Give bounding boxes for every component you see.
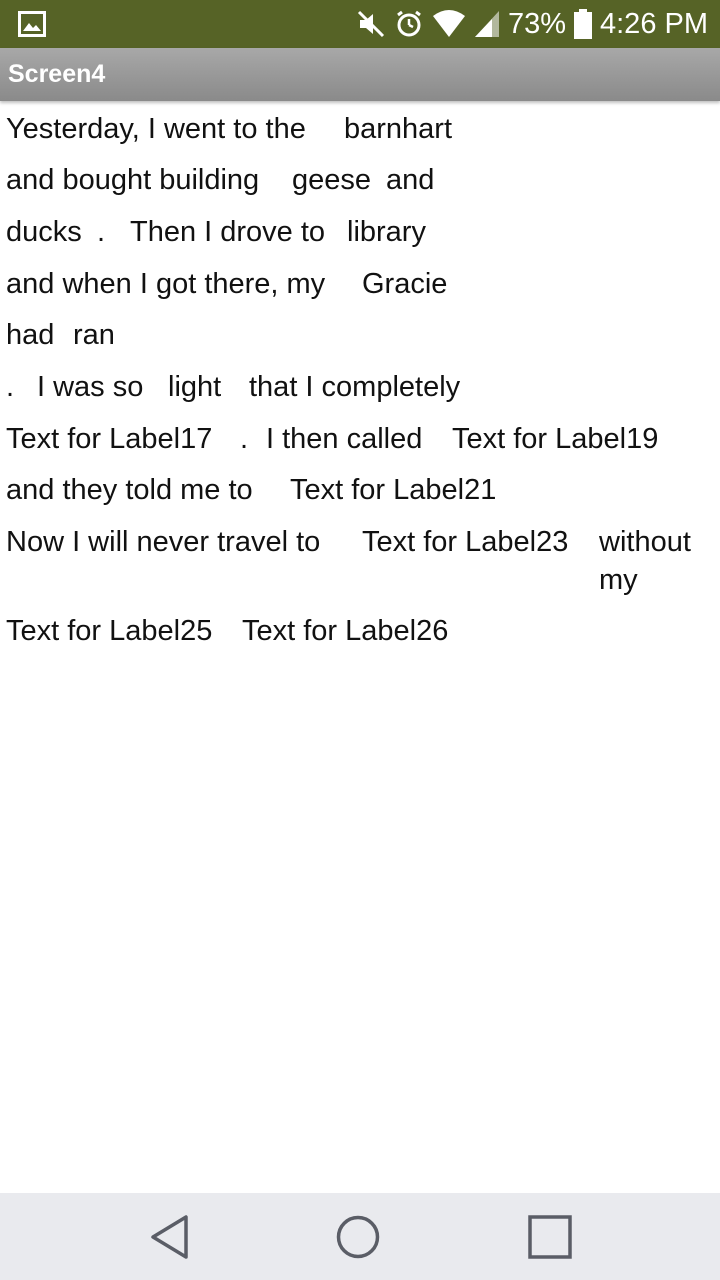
recents-icon[interactable] <box>520 1211 580 1263</box>
story-label: I then called <box>266 423 423 455</box>
story-label: had <box>6 319 55 351</box>
story-label: Gracie <box>362 268 448 300</box>
wifi-icon <box>432 10 466 38</box>
story-label: that I completely <box>249 371 461 403</box>
story-label: Then I drove to <box>130 216 326 248</box>
story-label: without <box>599 526 691 558</box>
story-label: my <box>599 564 638 596</box>
mute-icon <box>356 9 386 39</box>
story-label: . <box>6 371 15 403</box>
story-label: geese <box>292 164 372 196</box>
story-line: ducks . Then I drove to library <box>0 216 720 260</box>
story-line: Now I will never travel to Text for Labe… <box>0 526 720 610</box>
story-label: I was so <box>37 371 144 403</box>
story-line: Text for Label17 . I then called Text fo… <box>0 423 720 467</box>
story-line: had ran <box>0 319 720 363</box>
story-label: Yesterday, I went to the <box>6 113 306 145</box>
story-label: Text for Label26 <box>242 615 449 647</box>
story-label: Text for Label21 <box>290 474 497 506</box>
story-label: and <box>386 164 435 196</box>
navigation-bar <box>0 1193 720 1280</box>
story-label: light <box>168 371 222 403</box>
story-line: Text for Label25 Text for Label26 <box>0 615 720 659</box>
story-label: and bought building <box>6 164 260 196</box>
battery-percent: 73% <box>507 7 566 40</box>
status-icons: 73% 4:26 PM <box>356 0 708 48</box>
story-line: Yesterday, I went to the barnhart <box>0 113 720 157</box>
story-label: . <box>97 216 106 248</box>
battery-icon <box>574 9 592 39</box>
story-label: Text for Label25 <box>6 615 213 647</box>
clock: 4:26 PM <box>600 7 708 40</box>
gallery-icon <box>18 11 46 37</box>
story-label: Text for Label17 <box>6 423 213 455</box>
story-line: and when I got there, my Gracie <box>0 268 720 312</box>
signal-icon <box>474 10 500 38</box>
story-line: and they told me to Text for Label21 <box>0 474 720 518</box>
alarm-icon <box>394 9 424 39</box>
story-line: and bought building geese and <box>0 164 720 208</box>
story-label: and they told me to <box>6 474 253 506</box>
story-label: Text for Label23 <box>362 526 569 558</box>
story-label: library <box>347 216 426 248</box>
story-label: ran <box>73 319 115 351</box>
story-label: and when I got there, my <box>6 268 326 300</box>
title-bar: Screen4 <box>0 48 720 101</box>
screen-title: Screen4 <box>8 60 106 88</box>
status-bar: 73% 4:26 PM <box>0 0 720 48</box>
back-icon[interactable] <box>140 1211 200 1263</box>
home-icon[interactable] <box>328 1211 388 1263</box>
story-label: ducks <box>6 216 82 248</box>
story-label: . <box>240 423 249 455</box>
story-label: Now I will never travel to <box>6 526 321 558</box>
story-label: Text for Label19 <box>452 423 659 455</box>
story-label: barnhart <box>344 113 453 145</box>
story-line: . I was so light that I completely <box>0 371 720 415</box>
